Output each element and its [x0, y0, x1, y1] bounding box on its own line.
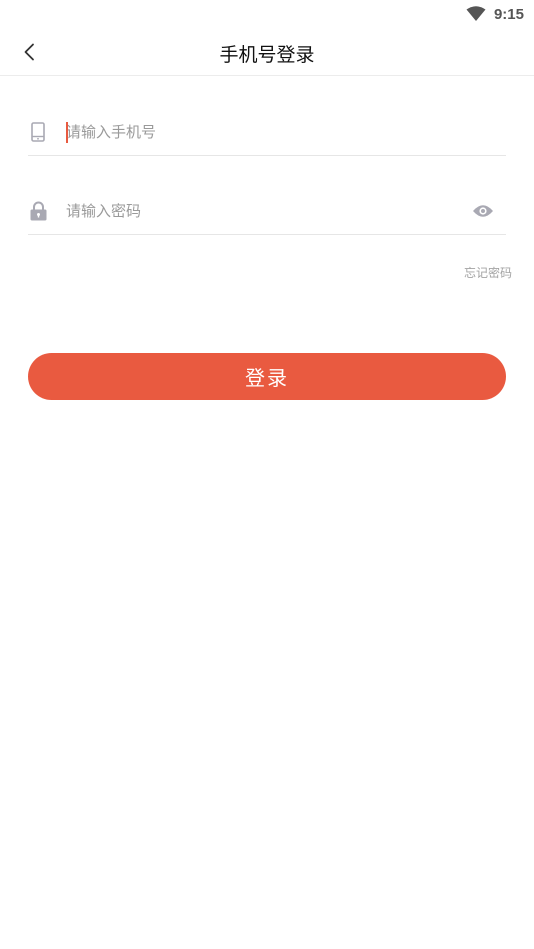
phone-input[interactable] — [66, 119, 446, 145]
status-bar: 9:15 — [0, 0, 534, 28]
eye-icon — [473, 205, 493, 217]
wifi-icon — [466, 6, 486, 21]
status-time: 9:15 — [493, 5, 524, 23]
password-input[interactable] — [66, 198, 446, 224]
text-caret — [66, 122, 68, 143]
phone-icon — [28, 122, 48, 142]
status-indicators: 9:15 — [466, 5, 524, 23]
nav-bar: 手机号登录 — [0, 28, 534, 76]
password-field-row — [28, 185, 506, 235]
login-button[interactable]: 登录 — [28, 353, 506, 400]
lock-icon — [28, 201, 48, 221]
forgot-password-link[interactable]: 忘记密码 — [464, 264, 512, 281]
page-title: 手机号登录 — [219, 44, 315, 66]
phone-field-row — [28, 106, 506, 156]
password-visibility-toggle[interactable] — [472, 203, 494, 219]
